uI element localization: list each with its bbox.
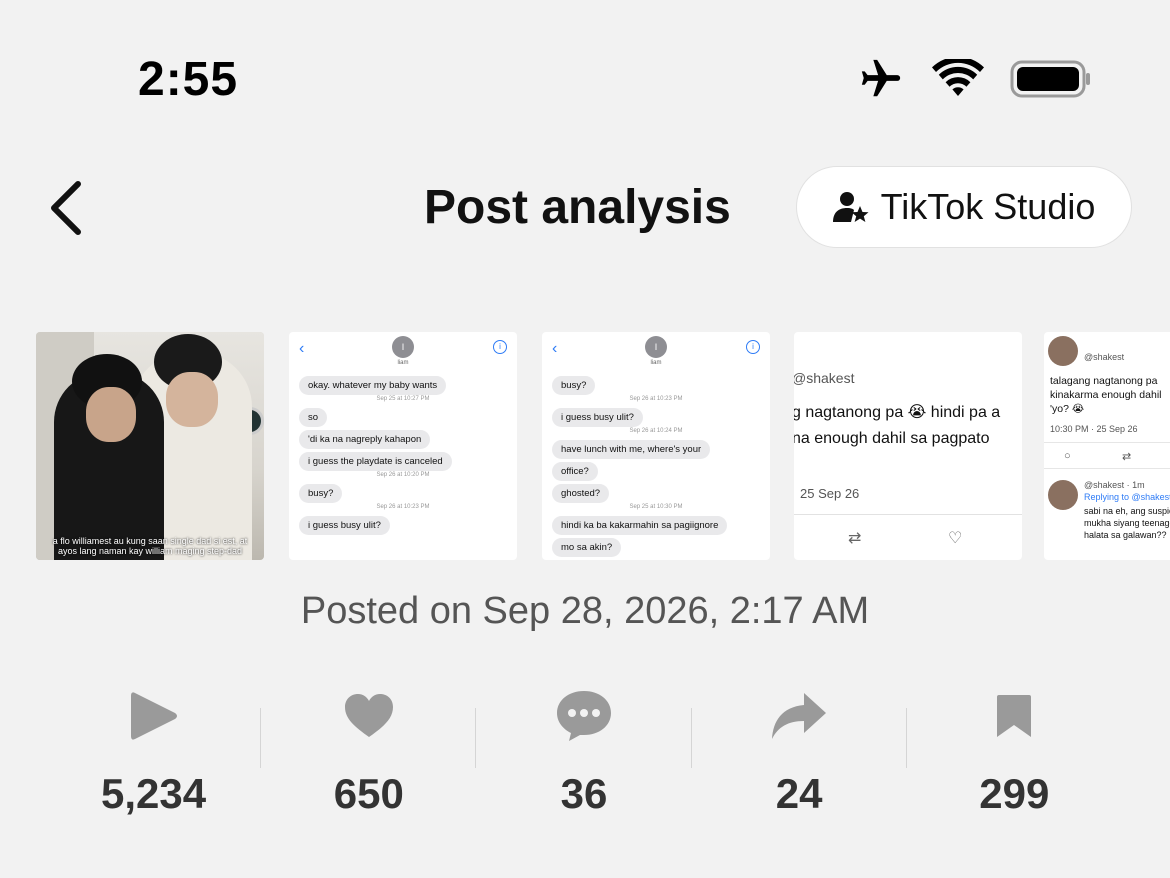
message-timestamp: Sep 26 at 10:23 PM [376,504,430,510]
info-icon: i [746,340,760,354]
stat-value: 24 [775,770,823,817]
tweet-text-line: na enough dahil sa pagpato [794,430,990,447]
divider [1044,442,1170,443]
photo-person-face [86,387,136,442]
tweet-text: g nagtanong pa 😭 hindi pa a na enough da… [794,400,1000,452]
contact-avatar: I [645,336,667,358]
stat-value: 36 [560,770,608,817]
chevron-left-icon: ‹ [552,340,558,357]
contact-avatar: I [392,336,414,358]
airplane-icon [856,56,906,102]
share-icon [772,693,827,739]
post-thumbnails-carousel[interactable]: a flo williamest au kung saan single dad… [36,332,1170,562]
tweet-text-line: kinakarma enough dahil [1050,389,1162,401]
message-bubble: have lunch with me, where's your [552,440,711,459]
message-bubble: so [299,408,328,427]
divider [1044,468,1170,469]
wifi-icon [932,59,984,99]
message-bubble: 'di ka na nagreply kahapon [299,430,431,449]
thumbnail-tweet[interactable]: @shakest g nagtanong pa 😭 hindi pa a na … [794,332,1022,560]
info-icon: i [493,340,507,354]
reply-text-line: halata sa galawan?? [1084,530,1167,540]
divider [794,514,1022,515]
message-timestamp: Sep 26 at 10:24 PM [629,428,683,434]
stat-views: 5,234 [46,684,262,824]
message-bubble: mo sa akin? [552,538,622,557]
stat-value: 5,234 [101,770,207,817]
message-timestamp: Sep 26 at 10:20 PM [376,472,430,478]
reply-icon: ○ [1064,450,1071,462]
bookmark-icon [997,695,1032,737]
message-bubble: i guess busy ulit? [552,408,643,427]
photo-person-face [166,372,218,427]
avatar [1048,480,1078,510]
message-timestamp: Sep 26 at 10:23 PM [629,396,683,402]
retweet-icon: ⇄ [848,530,862,547]
message-bubble: okay. whatever my baby wants [299,376,447,395]
thumbnail-imessage[interactable]: ‹ I liam i busy? Sep 26 at 10:23 PM i gues… [542,332,770,560]
chevron-left-icon [51,181,81,235]
chevron-left-icon: ‹ [299,340,305,357]
status-icons [856,56,1092,102]
tweet-handle: @shakest [794,370,855,386]
avatar [1048,336,1078,366]
posted-on-date: Posted on Sep 28, 2026, 2:17 AM [300,590,870,632]
thumbnail-imessage[interactable]: ‹ I liam i okay. whatever my baby wants S… [289,332,517,560]
stat-saves: 299 [907,684,1122,824]
stat-value: 299 [979,770,1050,817]
status-time: 2:55 [138,53,239,106]
reply-header: @shakest · 1m [1084,480,1145,490]
heart-icon [344,694,393,737]
thumbnail-photo[interactable]: a flo williamest au kung saan single dad… [36,332,264,560]
tweet-text-line: talagang nagtanong pa [1050,375,1158,387]
contact-name: liam [650,360,662,366]
page-title: Post analysis [424,181,731,234]
tweet-text-line: g nagtanong pa 😭 hindi pa a [794,404,1001,421]
tweet-text-line: 'yo? 😭 [1050,403,1085,415]
heart-outline-icon: ♡ [948,530,963,547]
play-icon [130,692,177,740]
message-timestamp: Sep 25 at 10:27 PM [376,396,430,402]
stat-shares: 24 [692,684,907,824]
battery-icon [1010,59,1092,99]
message-bubble: office? [552,462,598,481]
stat-comments: 36 [476,684,692,824]
reply-text-line: mukha siyang teenage [1084,518,1170,528]
contact-name: liam [397,360,409,366]
stat-likes: 650 [261,684,477,824]
message-bubble: hindi ka ba kakarmahin sa pagiignore [552,516,728,535]
creator-star-icon [832,192,869,222]
message-bubble: busy? [552,376,596,395]
tiktok-studio-label: TikTok Studio [880,186,1096,227]
thumbnail-tweet-thread[interactable]: @shakest talagang nagtanong pa kinakarma… [1044,332,1170,560]
message-bubble: busy? [299,484,343,503]
imessage-header: ‹ I liam i [542,332,770,366]
photo-caption: a flo williamest au kung saan single dad… [52,536,248,556]
retweet-icon: ⇄ [1122,451,1132,463]
stat-value: 650 [333,770,404,817]
reply-to: Replying to @shakest [1084,492,1170,502]
comment-icon [556,691,611,741]
message-bubble: ghosted? [552,484,610,503]
tiktok-studio-button[interactable]: TikTok Studio [796,166,1132,248]
reply-text-line: sabi na eh, ang suspic [1084,506,1170,516]
tweet-date: 25 Sep 26 [800,486,860,501]
message-timestamp: Sep 25 at 10:30 PM [629,504,683,510]
message-bubble: i guess the playdate is canceled [299,452,452,471]
message-bubble: i guess busy ulit? [299,516,390,535]
back-button[interactable] [44,178,94,238]
stats-row: 5,234 650 36 24 299 [46,684,1122,824]
imessage-header: ‹ I liam i [289,332,517,366]
tweet-date: 10:30 PM · 25 Sep 26 [1050,424,1138,434]
tweet-handle: @shakest [1084,352,1125,362]
